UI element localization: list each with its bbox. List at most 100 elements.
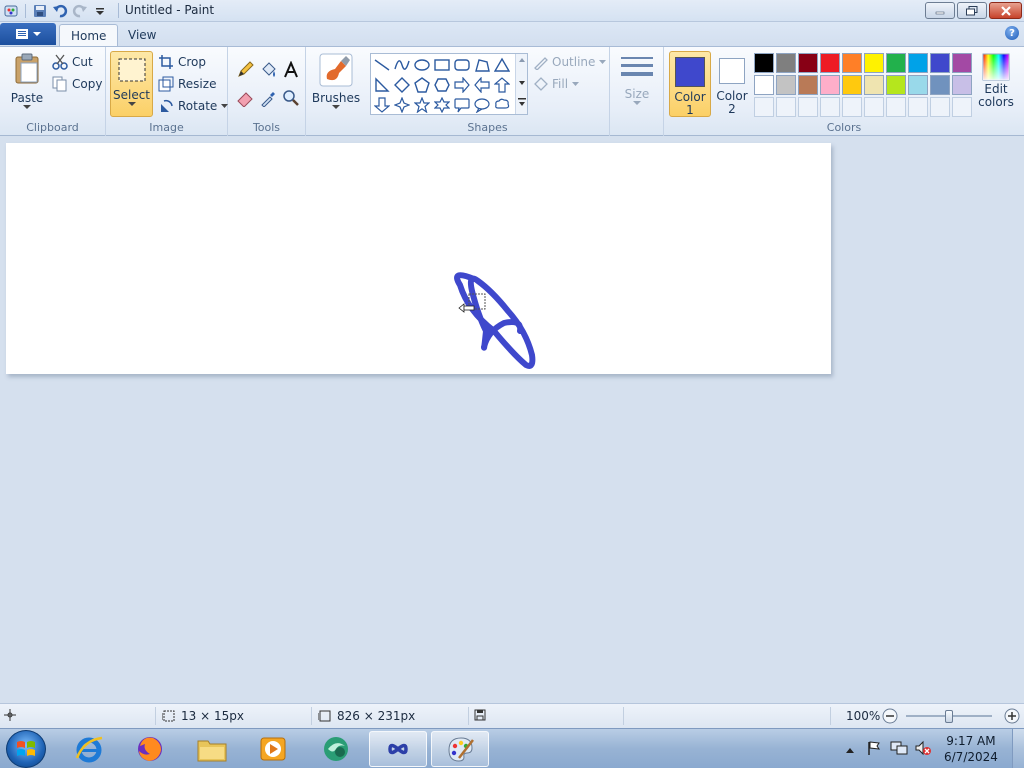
help-icon[interactable]: ?: [1005, 26, 1019, 40]
magnifier-tool[interactable]: [280, 87, 302, 109]
text-tool[interactable]: [280, 59, 302, 81]
resize-button[interactable]: Resize: [158, 74, 216, 94]
palette-swatch[interactable]: [930, 53, 950, 73]
palette-swatch[interactable]: [798, 53, 818, 73]
file-menu-button[interactable]: [0, 23, 56, 45]
right-arrow-shape[interactable]: [452, 75, 472, 95]
rotate-button[interactable]: Rotate: [158, 96, 229, 116]
paint-app-icon[interactable]: [2, 2, 20, 20]
triangle-shape[interactable]: [492, 55, 512, 75]
network-icon[interactable]: [890, 740, 908, 759]
palette-custom-slot[interactable]: [754, 97, 774, 117]
four-point-star-shape[interactable]: [392, 95, 412, 115]
rounded-rectangle-shape[interactable]: [452, 55, 472, 75]
palette-custom-slot[interactable]: [776, 97, 796, 117]
palette-swatch[interactable]: [776, 53, 796, 73]
close-button[interactable]: [989, 2, 1022, 19]
palette-custom-slot[interactable]: [908, 97, 928, 117]
palette-swatch[interactable]: [908, 75, 928, 95]
cut-button[interactable]: Cut: [52, 52, 93, 72]
fill-button[interactable]: Fill: [532, 74, 580, 94]
crop-button[interactable]: Crop: [158, 52, 206, 72]
volume-icon[interactable]: [914, 740, 932, 759]
palette-custom-slot[interactable]: [864, 97, 884, 117]
brushes-button[interactable]: Brushes: [312, 53, 360, 110]
palette-custom-slot[interactable]: [820, 97, 840, 117]
redo-icon[interactable]: [71, 2, 89, 20]
show-desktop-button[interactable]: [1012, 729, 1024, 768]
palette-swatch[interactable]: [886, 53, 906, 73]
select-button[interactable]: Select: [110, 51, 153, 117]
zoom-slider-thumb[interactable]: [945, 710, 953, 723]
palette-swatch[interactable]: [886, 75, 906, 95]
right-triangle-shape[interactable]: [372, 75, 392, 95]
taskbar-internet-explorer[interactable]: [60, 731, 118, 767]
restore-button[interactable]: [957, 2, 987, 19]
size-button[interactable]: Size: [618, 53, 656, 106]
zoom-slider[interactable]: [906, 710, 992, 723]
action-center-icon[interactable]: [866, 740, 882, 759]
palette-swatch[interactable]: [798, 75, 818, 95]
palette-swatch[interactable]: [820, 53, 840, 73]
left-arrow-shape[interactable]: [472, 75, 492, 95]
palette-swatch[interactable]: [842, 53, 862, 73]
taskbar-clock[interactable]: 9:17 AM 6/7/2024: [944, 733, 998, 765]
outline-button[interactable]: Outline: [532, 52, 607, 72]
tab-home[interactable]: Home: [59, 24, 119, 46]
palette-swatch[interactable]: [754, 75, 774, 95]
tab-view[interactable]: View: [117, 24, 167, 46]
six-point-star-shape[interactable]: [432, 95, 452, 115]
palette-swatch[interactable]: [952, 53, 972, 73]
palette-swatch[interactable]: [842, 75, 862, 95]
rounded-callout-shape[interactable]: [452, 95, 472, 115]
color2-button[interactable]: Color 2: [714, 51, 750, 115]
palette-custom-slot[interactable]: [842, 97, 862, 117]
palette-custom-slot[interactable]: [886, 97, 906, 117]
color-picker-tool[interactable]: [257, 87, 279, 109]
palette-swatch[interactable]: [908, 53, 928, 73]
color1-button[interactable]: Color 1: [669, 51, 711, 117]
minimize-button[interactable]: [925, 2, 955, 19]
down-arrow-shape[interactable]: [372, 95, 392, 115]
taskbar-media-player[interactable]: [244, 731, 302, 767]
curve-shape[interactable]: [392, 55, 412, 75]
show-hidden-icons-button[interactable]: [845, 743, 855, 757]
edit-colors-button[interactable]: Edit colors: [976, 53, 1016, 109]
taskbar-file-explorer[interactable]: [183, 731, 241, 767]
rectangle-shape[interactable]: [432, 55, 452, 75]
drawing-canvas[interactable]: [6, 143, 831, 374]
palette-custom-slot[interactable]: [798, 97, 818, 117]
line-shape[interactable]: [372, 55, 392, 75]
oval-shape[interactable]: [412, 55, 432, 75]
start-button[interactable]: [6, 730, 46, 768]
palette-swatch[interactable]: [864, 53, 884, 73]
palette-swatch[interactable]: [864, 75, 884, 95]
fill-tool[interactable]: [257, 59, 279, 81]
palette-custom-slot[interactable]: [952, 97, 972, 117]
palette-swatch[interactable]: [776, 75, 796, 95]
diamond-shape[interactable]: [392, 75, 412, 95]
up-arrow-shape[interactable]: [492, 75, 512, 95]
palette-custom-slot[interactable]: [930, 97, 950, 117]
taskbar-app-infinity[interactable]: [369, 731, 427, 767]
eraser-tool[interactable]: [234, 87, 256, 109]
pentagon-shape[interactable]: [412, 75, 432, 95]
five-point-star-shape[interactable]: [412, 95, 432, 115]
hexagon-shape[interactable]: [432, 75, 452, 95]
palette-swatch[interactable]: [754, 53, 774, 73]
customize-qat-icon[interactable]: [91, 2, 109, 20]
cloud-callout-shape[interactable]: [492, 95, 512, 115]
taskbar-firefox[interactable]: [121, 731, 179, 767]
polygon-shape[interactable]: [472, 55, 492, 75]
save-icon[interactable]: [31, 2, 49, 20]
taskbar-paint[interactable]: [431, 731, 489, 767]
zoom-in-button[interactable]: [1004, 708, 1020, 724]
palette-swatch[interactable]: [952, 75, 972, 95]
oval-callout-shape[interactable]: [472, 95, 492, 115]
paste-button[interactable]: Paste: [8, 53, 46, 110]
palette-swatch[interactable]: [930, 75, 950, 95]
pencil-tool[interactable]: [234, 59, 256, 81]
palette-swatch[interactable]: [820, 75, 840, 95]
undo-icon[interactable]: [51, 2, 69, 20]
shapes-scrollbar[interactable]: [515, 54, 527, 114]
